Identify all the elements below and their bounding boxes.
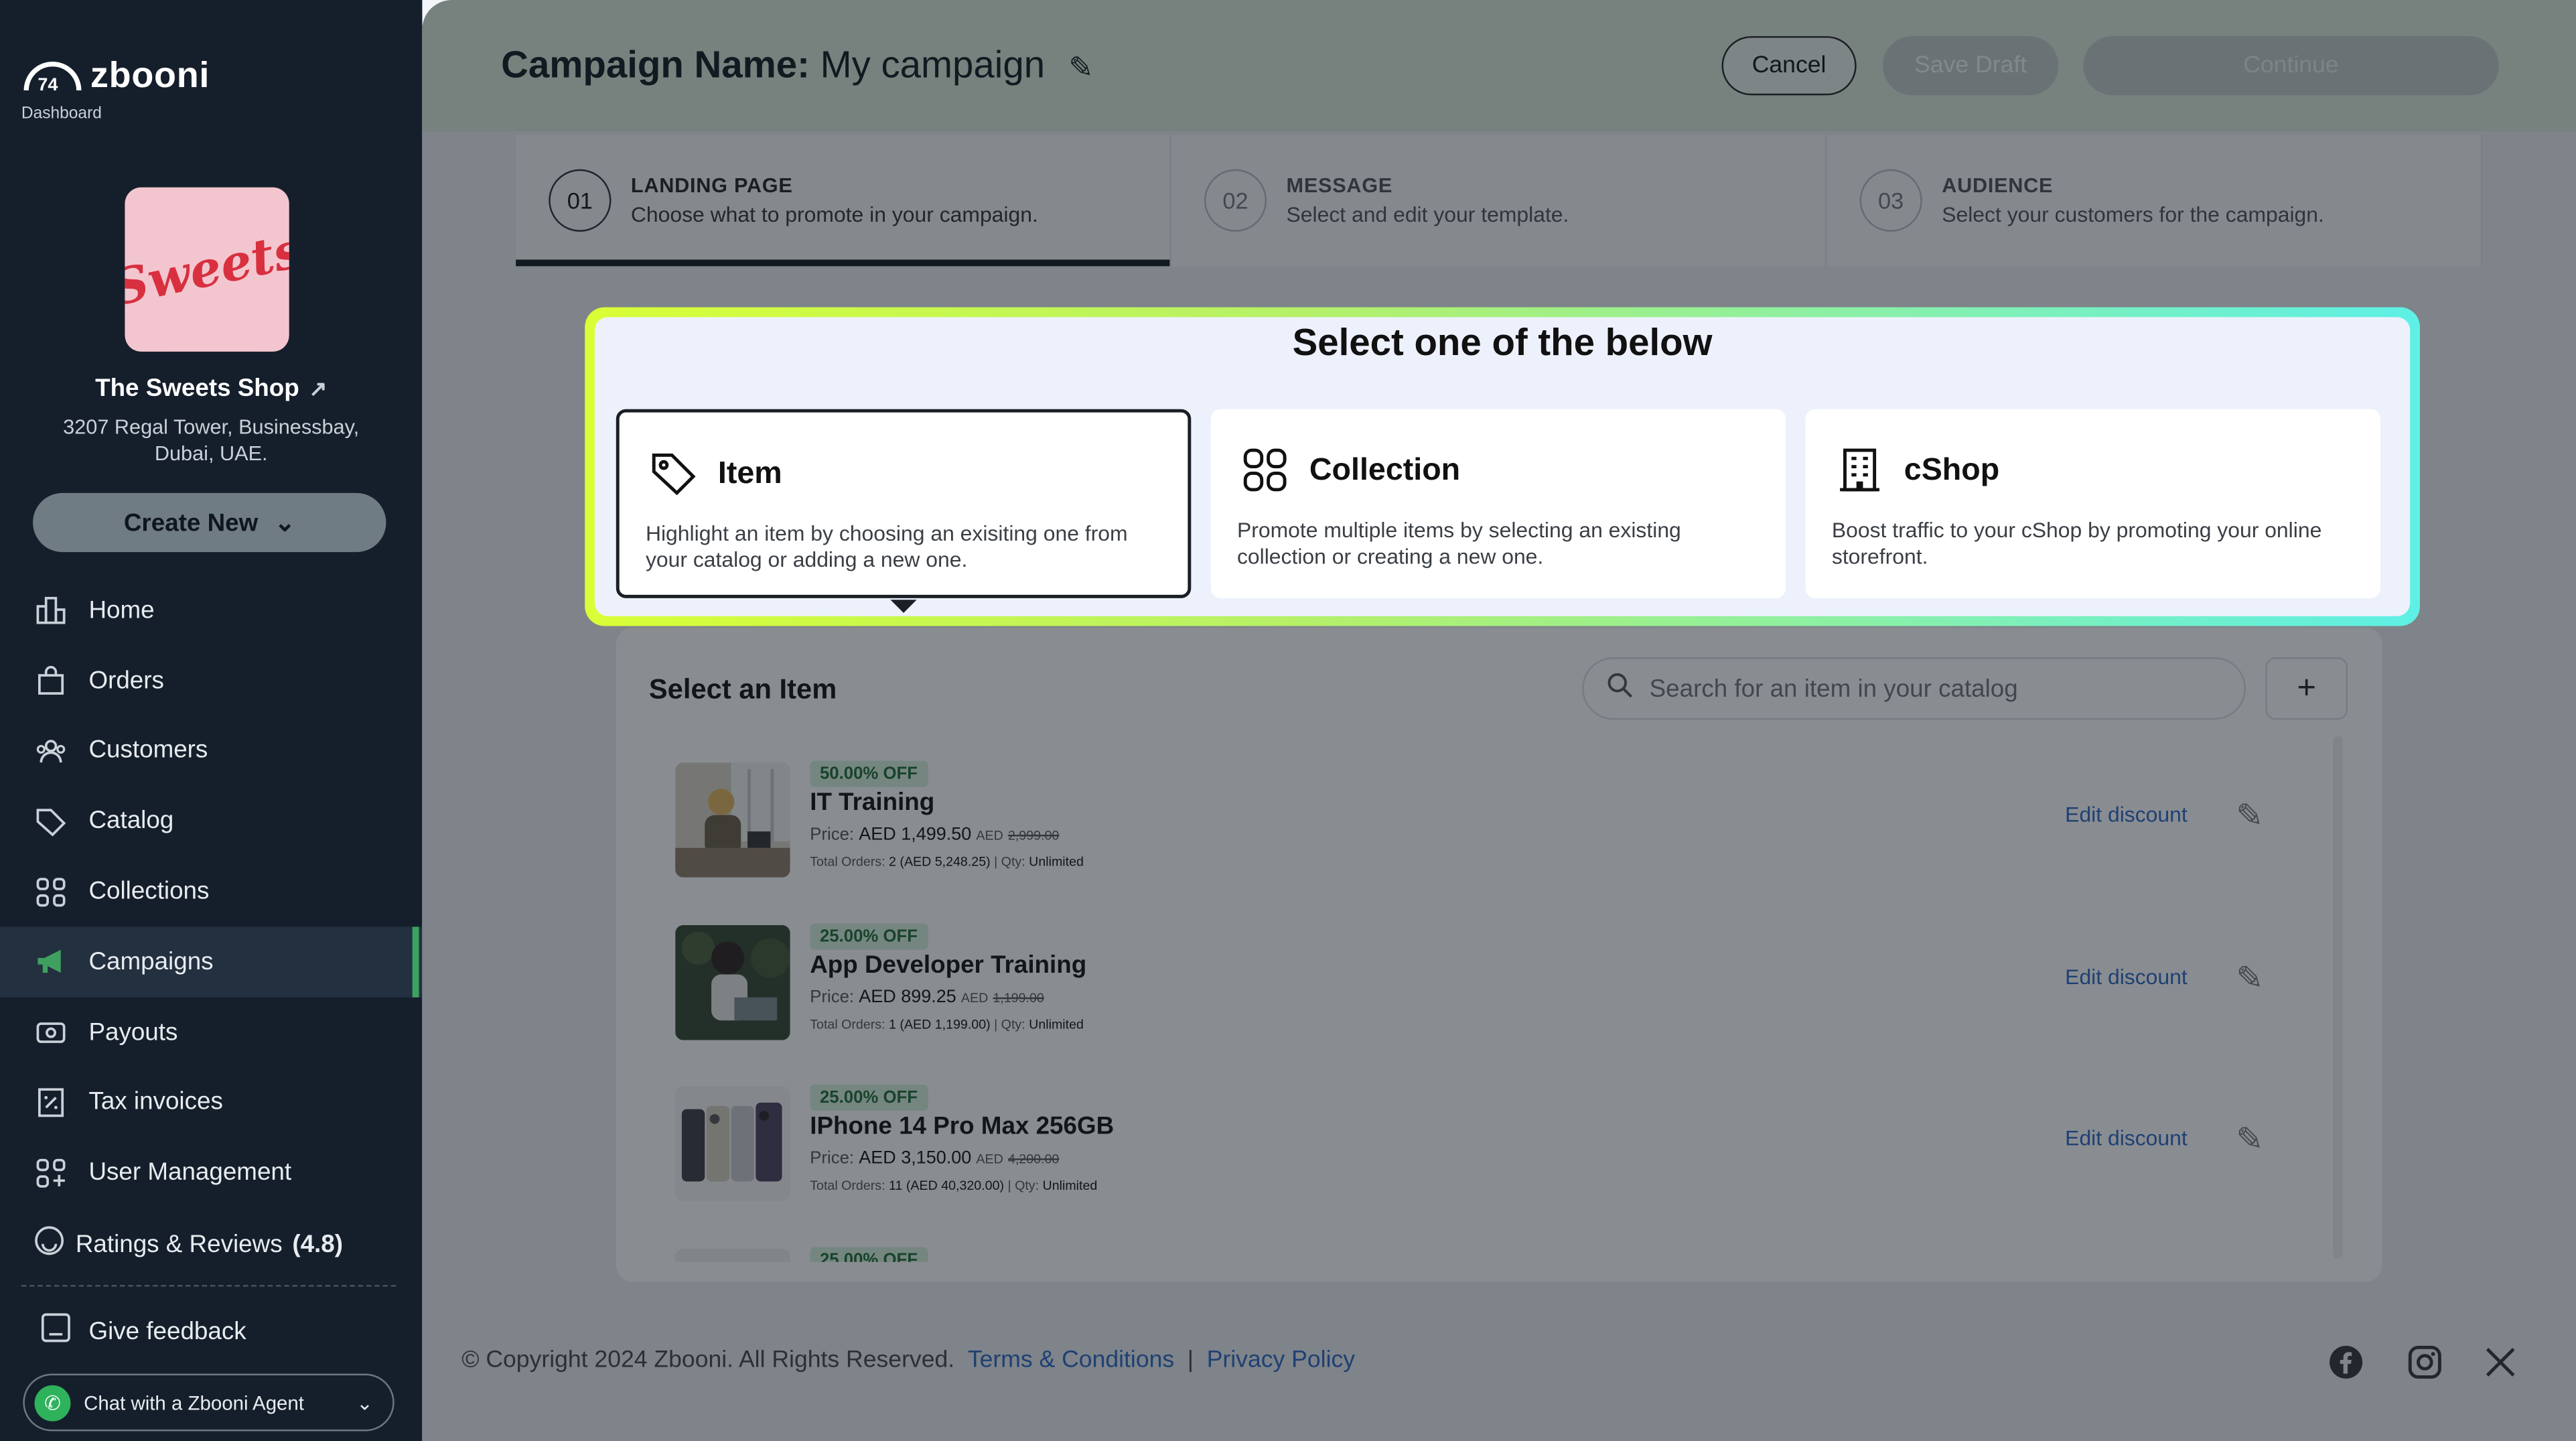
sidebar-item-home[interactable]: Home <box>0 575 422 645</box>
tag-icon <box>652 453 696 496</box>
chevron-down-icon: ⌄ <box>274 509 295 538</box>
shop-logo-text: Sweets <box>125 221 289 318</box>
sidebar-item-label: Tax invoices <box>88 1088 223 1117</box>
sidebar-item-label: Payouts <box>88 1018 178 1046</box>
sidebar-item-label: Home <box>88 596 155 624</box>
modal-backdrop[interactable] <box>422 0 2576 1441</box>
shop-address: 3207 Regal Tower, Businessbay, Dubai, UA… <box>63 415 360 466</box>
invoice-icon <box>33 1085 69 1121</box>
sidebar-item-campaigns[interactable]: Campaigns <box>0 927 423 998</box>
sidebar-item-label: Catalog <box>88 807 174 835</box>
smile-icon <box>33 1224 66 1263</box>
sidebar-item-user-management[interactable]: User Management <box>0 1138 422 1208</box>
sidebar: 74 zbooni Dashboard Sweets The Sweets Sh… <box>0 0 423 1441</box>
grid-icon <box>33 874 69 910</box>
shop-name-text: The Sweets Shop <box>95 374 299 403</box>
sidebar-item-orders[interactable]: Orders <box>0 645 422 715</box>
option-item[interactable]: Item Highlight an item by choosing an ex… <box>616 409 1192 598</box>
give-feedback-link[interactable]: Give feedback <box>40 1311 246 1351</box>
megaphone-icon <box>33 944 69 980</box>
feedback-icon <box>40 1311 72 1351</box>
create-new-button[interactable]: Create New ⌄ <box>33 492 386 553</box>
sidebar-nav: Home Orders Customers Catalog Collection… <box>0 575 423 1208</box>
selection-pointer <box>890 600 917 613</box>
building-icon <box>1840 448 1880 492</box>
option-cshop[interactable]: cShop Boost traffic to your cShop by pro… <box>1805 409 2381 598</box>
sidebar-item-label: Campaigns <box>88 947 214 976</box>
option-description: Boost traffic to your cShop by promoting… <box>1831 517 2322 569</box>
users-icon <box>33 733 69 769</box>
external-link-icon[interactable]: ↗ <box>309 376 327 403</box>
whatsapp-icon: ✆ <box>34 1384 71 1421</box>
brand-subtitle: Dashboard <box>21 105 102 123</box>
sidebar-item-payouts[interactable]: Payouts <box>0 997 422 1067</box>
sidebar-item-catalog[interactable]: Catalog <box>0 786 422 856</box>
option-title: cShop <box>1904 453 2000 488</box>
bag-icon <box>33 663 69 699</box>
option-description: Highlight an item by choosing an exisiti… <box>645 521 1128 572</box>
tag-icon <box>33 803 69 839</box>
ratings-label: Ratings & Reviews <box>75 1229 283 1258</box>
sidebar-item-tax-invoices[interactable]: Tax invoices <box>0 1067 422 1138</box>
feedback-label: Give feedback <box>88 1316 246 1345</box>
grid-icon <box>1243 448 1287 492</box>
select-type-modal: Select one of the below Item Highlight a… <box>594 317 2411 616</box>
shop-name[interactable]: The Sweets Shop ↗ <box>0 374 422 403</box>
main-content: Campaign Name: My campaign ✎ Cancel Save… <box>422 0 2576 1441</box>
modal-title: Select one of the below <box>1292 320 1713 364</box>
option-title: Item <box>717 456 782 492</box>
svg-text:74: 74 <box>38 74 58 94</box>
create-new-label: Create New <box>123 508 259 537</box>
sidebar-item-label: Customers <box>88 737 208 765</box>
sidebar-divider <box>21 1285 397 1287</box>
zbooni-logo[interactable]: 74 zbooni <box>21 54 210 97</box>
sidebar-item-label: Orders <box>88 667 164 695</box>
sidebar-item-customers[interactable]: Customers <box>0 715 422 786</box>
sidebar-item-ratings[interactable]: Ratings & Reviews (4.8) <box>33 1224 343 1263</box>
brand-name: zbooni <box>90 54 210 96</box>
chevron-down-icon: ⌄ <box>356 1391 373 1414</box>
option-title: Collection <box>1309 453 1461 488</box>
shop-logo: Sweets <box>125 187 289 352</box>
sidebar-item-collections[interactable]: Collections <box>0 856 422 927</box>
chat-agent-button[interactable]: ✆ Chat with a Zbooni Agent ⌄ <box>23 1373 395 1432</box>
option-collection[interactable]: Collection Promote multiple items by sel… <box>1210 409 1786 598</box>
user-management-icon <box>33 1155 69 1191</box>
ratings-value: (4.8) <box>292 1229 343 1258</box>
option-description: Promote multiple items by selecting an e… <box>1236 517 1681 569</box>
zbooni-logo-icon: 74 <box>23 61 82 94</box>
sidebar-item-label: Collections <box>88 877 210 906</box>
chat-label: Chat with a Zbooni Agent <box>84 1391 304 1414</box>
payouts-icon <box>33 1014 69 1050</box>
home-icon <box>33 592 69 628</box>
sidebar-item-label: User Management <box>88 1158 292 1187</box>
